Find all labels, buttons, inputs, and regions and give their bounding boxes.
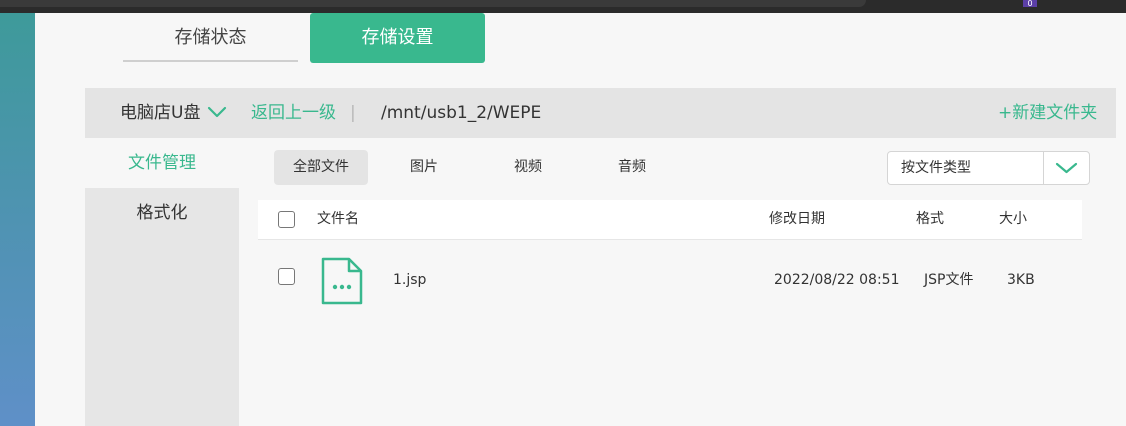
table-row[interactable]: 1.jsp 2022/08/22 08:51 JSP文件 3KB <box>258 241 1082 319</box>
side-nav: 文件管理 格式化 <box>85 138 239 426</box>
browser-tab-strip <box>0 0 866 7</box>
select-all-checkbox[interactable] <box>278 211 295 228</box>
chevron-down-icon <box>1055 162 1078 174</box>
tab-storage-status[interactable]: 存储状态 <box>123 13 298 62</box>
row-checkbox[interactable] <box>278 268 295 285</box>
sort-type-select[interactable]: 按文件类型 <box>887 151 1090 185</box>
header-modified-date: 修改日期 <box>769 211 825 227</box>
file-format-cell: JSP文件 <box>924 272 974 288</box>
back-to-parent-link[interactable]: 返回上一级 <box>251 88 336 138</box>
current-path: /mnt/usb1_2/WEPE <box>381 103 542 123</box>
filter-images[interactable]: 图片 <box>377 150 471 185</box>
new-folder-button[interactable]: +新建文件夹 <box>998 88 1097 138</box>
notification-badge: 0 <box>1023 0 1037 8</box>
tab-storage-settings[interactable]: 存储设置 <box>310 13 485 63</box>
path-separator: | <box>350 103 356 123</box>
filter-all-files[interactable]: 全部文件 <box>274 150 368 185</box>
window-top-bar: 0 <box>0 0 1126 13</box>
sidenav-item-file-management[interactable]: 文件管理 <box>85 138 239 188</box>
file-size-cell: 3KB <box>1007 272 1035 288</box>
header-size: 大小 <box>999 211 1027 227</box>
left-background-strip <box>0 13 35 426</box>
drive-selector-label[interactable]: 电脑店U盘 <box>120 88 200 138</box>
file-dots-icon <box>321 257 363 305</box>
chevron-down-icon[interactable] <box>207 105 227 119</box>
table-header: 文件名 修改日期 格式 大小 <box>258 200 1082 240</box>
filter-videos[interactable]: 视频 <box>481 150 575 185</box>
sort-type-value: 按文件类型 <box>901 160 971 176</box>
sidenav-item-format[interactable]: 格式化 <box>85 188 239 238</box>
header-format: 格式 <box>916 211 944 227</box>
storage-panel: 存储状态 存储设置 电脑店U盘 返回上一级 | /mnt/usb1_2/WEPE… <box>35 13 1126 426</box>
path-bar: 电脑店U盘 返回上一级 | /mnt/usb1_2/WEPE +新建文件夹 <box>85 88 1116 138</box>
select-dropdown-button[interactable] <box>1043 152 1089 184</box>
filter-audio[interactable]: 音频 <box>585 150 679 185</box>
header-file-name: 文件名 <box>317 211 359 227</box>
file-name-cell[interactable]: 1.jsp <box>393 241 426 319</box>
file-date-cell: 2022/08/22 08:51 <box>774 272 900 288</box>
